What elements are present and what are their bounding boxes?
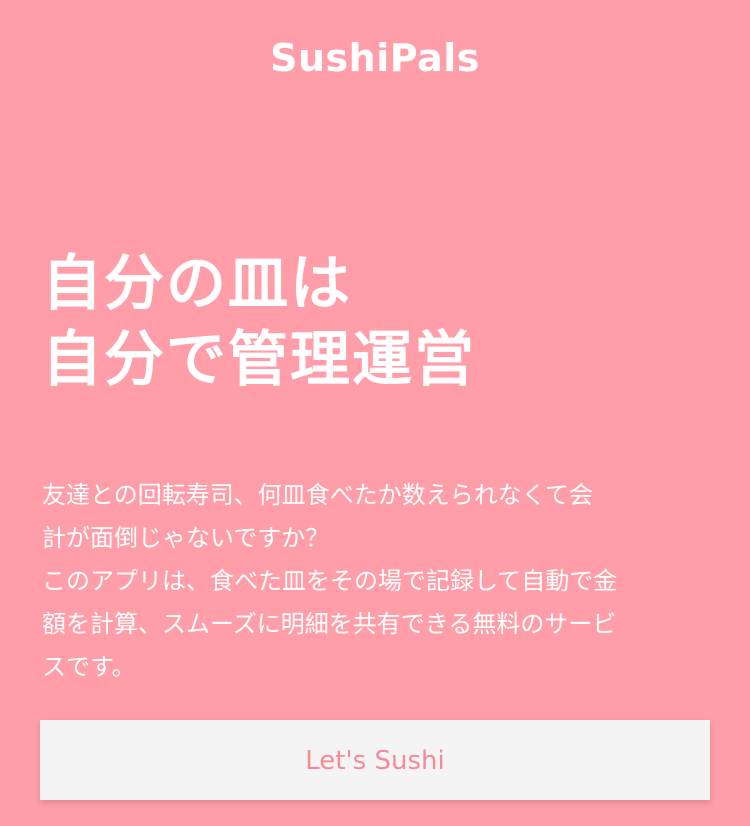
- brand-logo: SushiPals: [270, 36, 480, 80]
- description-line-2: 計が面倒じゃないですか？: [42, 524, 330, 552]
- headline-line-1: 自分の皿は: [42, 249, 352, 319]
- description-line-4: 額を計算、スムーズに明細を共有できる無料のサービ: [42, 610, 617, 638]
- hero-section: 自分の皿は 自分で管理運営: [42, 246, 722, 398]
- description-line-5: スです。: [42, 653, 136, 681]
- description-line-1: 友達との回転寿司、何皿食べたか数えられなくて会: [42, 481, 594, 509]
- description-line-3: このアプリは、食べた皿をその場で記録して自動で金: [42, 567, 618, 595]
- hero-description: 友達との回転寿司、何皿食べたか数えられなくて会 計が面倒じゃないですか？ このア…: [42, 474, 712, 689]
- hero-headline: 自分の皿は 自分で管理運営: [42, 246, 722, 398]
- app-header: SushiPals: [0, 30, 750, 86]
- headline-line-2: 自分で管理運営: [42, 325, 476, 395]
- lets-sushi-button[interactable]: Let's Sushi: [40, 720, 710, 800]
